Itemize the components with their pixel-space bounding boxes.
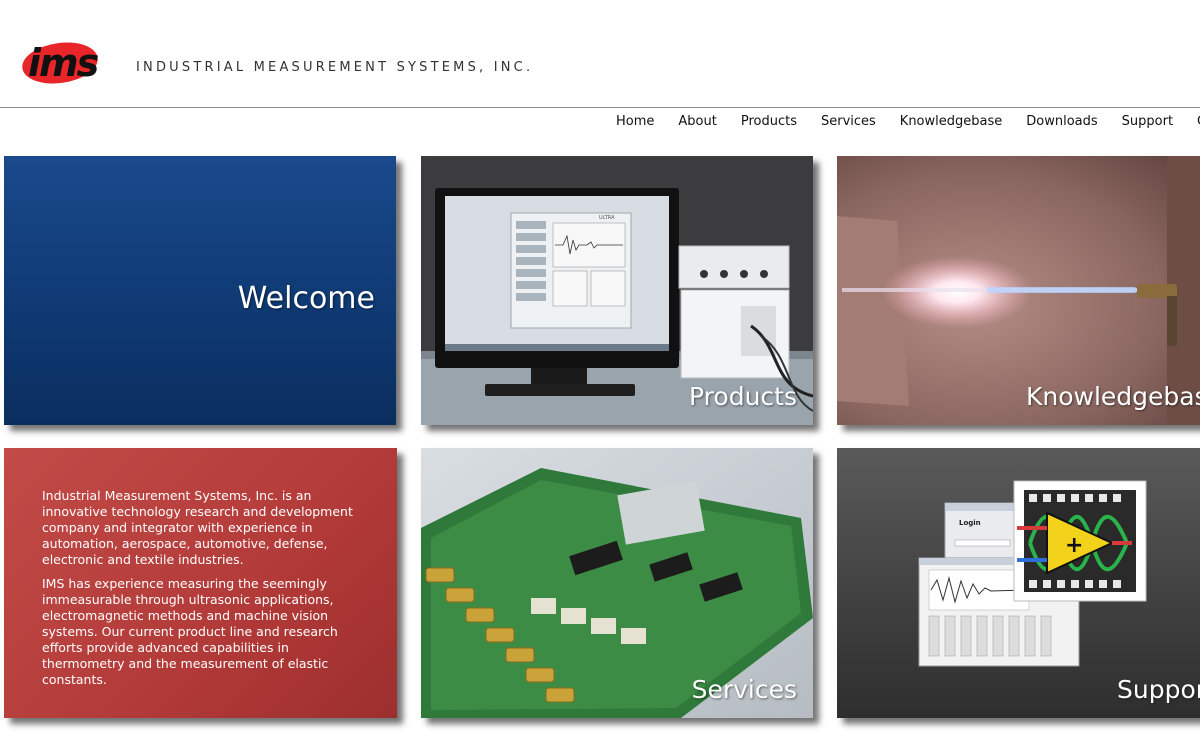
ims-logo[interactable]: ims (20, 38, 125, 88)
svg-text:+: + (1065, 533, 1083, 558)
svg-text:ims: ims (28, 41, 99, 85)
products-tile[interactable]: ULTRA Products (421, 156, 813, 425)
about-tile: Industrial Measurement Systems, Inc. is … (4, 448, 397, 718)
nav-item-contact[interactable]: Co (1185, 108, 1200, 138)
company-name: INDUSTRIAL MEASUREMENT SYSTEMS, INC. (136, 60, 534, 75)
services-tile[interactable]: Services (421, 448, 813, 718)
about-paragraph-2: IMS has experience measuring the seeming… (42, 576, 338, 687)
login-title: Login (959, 519, 981, 527)
nav-item-services[interactable]: Services (809, 108, 888, 138)
knowledgebase-tile[interactable]: Knowledgebase (837, 156, 1200, 425)
services-label: Services (691, 675, 797, 704)
products-label: Products (689, 382, 797, 411)
support-tile[interactable]: Login + Suppo (837, 448, 1200, 718)
welcome-label: Welcome (237, 281, 375, 316)
main-nav: Home About Products Services Knowledgeba… (604, 108, 1200, 138)
monitor-label: ULTRA (599, 215, 615, 221)
support-label: Support (1117, 675, 1200, 704)
about-text: Industrial Measurement Systems, Inc. is … (42, 488, 372, 696)
nav-item-home[interactable]: Home (604, 108, 666, 138)
knowledgebase-label: Knowledgebase (1026, 382, 1200, 411)
about-paragraph-1: Industrial Measurement Systems, Inc. is … (42, 488, 353, 567)
welcome-tile[interactable]: Welcome (4, 156, 396, 425)
nav-item-support[interactable]: Support (1110, 108, 1185, 138)
nav-item-about[interactable]: About (666, 108, 728, 138)
nav-item-downloads[interactable]: Downloads (1014, 108, 1109, 138)
nav-item-products[interactable]: Products (729, 108, 809, 138)
nav-item-knowledgebase[interactable]: Knowledgebase (888, 108, 1014, 138)
site-header: ims INDUSTRIAL MEASUREMENT SYSTEMS, INC. (0, 0, 1200, 107)
